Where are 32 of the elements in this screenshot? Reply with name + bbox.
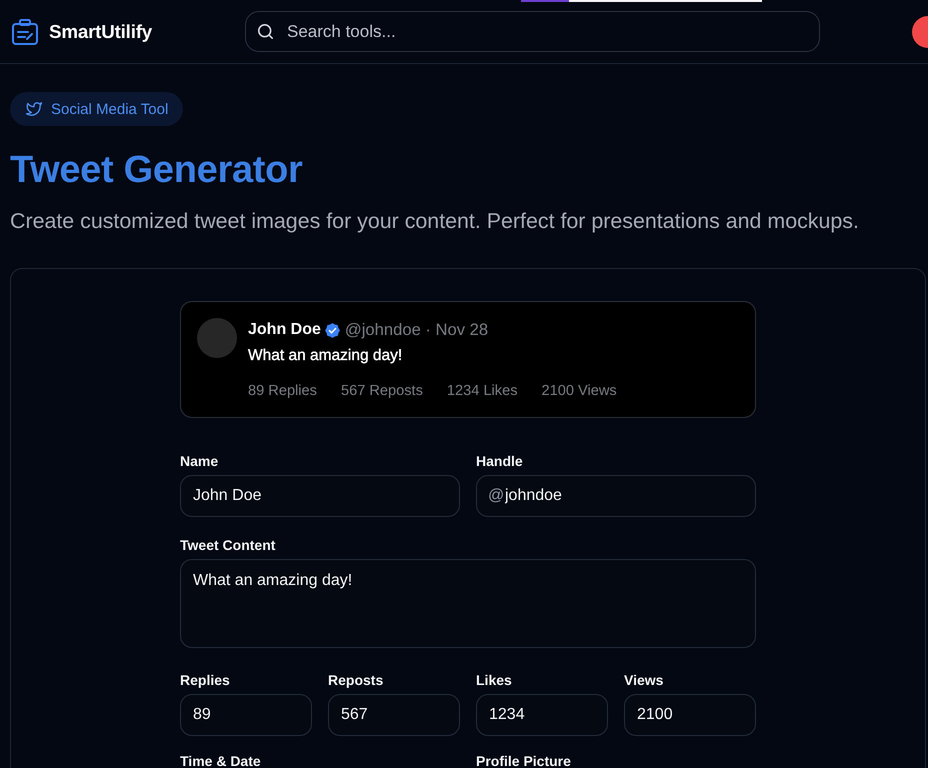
tweet-stat: 2100 Views [542,382,617,401]
prefix-label: @ [488,486,504,506]
field-label: Likes [476,671,512,690]
field-label: Name [180,452,218,471]
field-label: Profile Picture [476,752,571,768]
avatar-icon [197,318,237,358]
search-field[interactable]: Search tools... [245,11,820,52]
field-label: Handle [476,452,523,471]
badge-label: Social Media Tool [51,100,168,118]
number-field[interactable]: 89 [180,694,312,736]
tweet-handle-date: @johndoe · Nov 28 [344,320,488,340]
clipboard-icon[interactable] [12,18,38,44]
tweet-stat: 89 Replies [248,382,317,401]
tweet-content-field[interactable]: What an amazing day! [180,559,756,648]
field-label: Replies [180,671,230,690]
brand-name[interactable]: SmartUtilify [49,20,152,42]
page-title: Tweet Generator [10,148,303,192]
field-label: Views [624,671,664,690]
name-field[interactable]: John Doe [180,475,460,517]
field-label: Tweet Content [180,536,276,555]
tweet-stat: 567 Reposts [340,382,423,401]
page-subtitle: Create customized tweet images for your content. Perfect for presentations and mockups. [10,208,859,235]
field-label: Reposts [328,671,384,690]
bird-icon [26,102,42,116]
tweet-text: What an amazing day! [248,346,402,366]
tweet-author-name: John Doe [248,321,321,339]
number-field[interactable]: 2100 [624,694,756,736]
search-icon [258,24,273,39]
number-field[interactable]: 567 [328,694,460,736]
field-label: Time & Date [180,752,261,768]
tweet-stat: 1234 Likes [446,382,518,401]
number-field[interactable]: 1234 [476,694,608,736]
